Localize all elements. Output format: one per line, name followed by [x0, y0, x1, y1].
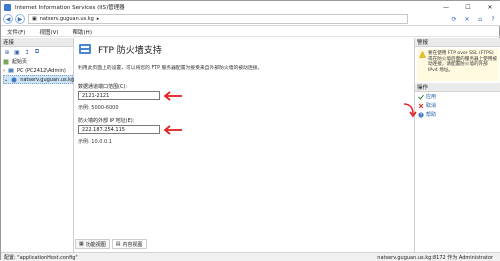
status-config: 配置: "applicationHost.config"	[4, 254, 78, 261]
window-title: Internet Information Services (IIS)管理器	[15, 5, 125, 11]
external-ip-label: 防火墙的外部 IP 地址(E):	[78, 118, 135, 124]
tree-item-label: PC (PC2412\Admin)	[17, 67, 66, 74]
menu-bar: 文件(F) 视图(V) 帮助(H)	[1, 27, 500, 37]
connections-toolbar: ⊕ ▣ ↥ ⧉	[1, 47, 73, 57]
server-icon: ▣	[32, 16, 37, 22]
menu-help[interactable]: 帮助(H)	[73, 28, 92, 36]
external-ip-input[interactable]: 222.187.254.115	[78, 125, 160, 134]
tab-content-view[interactable]: ▤ 内容视图	[111, 239, 147, 249]
tree-item-pc[interactable]: › PC (PC2412\Admin)	[3, 66, 73, 75]
help-icon: ?	[418, 111, 424, 118]
computer-icon	[8, 68, 14, 72]
status-connection: natserv.guguan.us.kg:8172 作为 Administrat…	[377, 254, 493, 261]
expand-chevron-icon[interactable]: ›	[3, 68, 5, 74]
maximize-button[interactable]: ☐	[457, 1, 479, 13]
action-label: 帮助	[426, 112, 437, 118]
save-icon[interactable]: ▣	[13, 48, 21, 56]
annotation-arrow-3	[403, 103, 417, 118]
tree-item-label: 起始页	[12, 59, 28, 65]
tree-item-label: natserv.guguan.us.kg	[20, 76, 75, 83]
address-bar: ◀ ▶ ▣ natserv.guguan.us.kg ▸ ⟳ ✕ ⌂ ?	[1, 13, 500, 26]
actions-header: 操作	[415, 83, 500, 92]
forward-button[interactable]: ▶	[15, 14, 25, 24]
iis-app-icon	[4, 3, 11, 11]
stop-icon[interactable]: ✕	[463, 15, 471, 23]
tab-label: 内容视图	[122, 241, 143, 248]
content-view-icon: ▤	[115, 241, 121, 247]
tab-features-view[interactable]: ▦ 功能视图	[75, 239, 110, 249]
tree-item-natserv[interactable]: ⌄ natserv.guguan.us.kg	[3, 75, 75, 84]
svg-text:?: ?	[420, 112, 422, 117]
connections-panel: 连接 ⊕ ▣ ↥ ⧉ 起始页 › PC (PC2412\Admin) ⌄ nat…	[1, 38, 74, 252]
help-action[interactable]: ? 帮助	[415, 110, 500, 119]
address-breadcrumb[interactable]: ▣ natserv.guguan.us.kg ▸	[28, 14, 408, 24]
up-icon[interactable]: ↥	[23, 48, 31, 56]
view-tabs: ▦ 功能视图 ▤ 内容视图	[75, 239, 147, 249]
back-button[interactable]: ◀	[3, 14, 13, 24]
refresh-icon[interactable]: ⟳	[450, 15, 458, 23]
annotation-arrow-2	[163, 125, 182, 135]
connections-tree: 起始页 › PC (PC2412\Admin) ⌄ natserv.guguan…	[1, 57, 75, 84]
cancel-icon	[418, 103, 424, 108]
title-bar: Internet Information Services (IIS)管理器 —…	[1, 1, 500, 13]
external-ip-hint: 示例: 10.0.0.1	[78, 139, 112, 145]
action-label: 取消	[426, 103, 437, 109]
port-range-hint: 示例: 5000-6000	[78, 105, 119, 111]
ftp-site-icon	[11, 77, 17, 82]
breadcrumb-chevron-icon[interactable]: ▸	[97, 16, 100, 22]
feature-header: FTP 防火墙支持	[78, 42, 162, 56]
port-range-input[interactable]: 2121-2121	[78, 91, 160, 100]
home-icon[interactable]: ⌂	[476, 15, 484, 23]
start-page-icon	[3, 59, 9, 64]
port-range-label: 数据通道端口范围(C):	[78, 84, 128, 90]
warning-icon	[419, 51, 426, 58]
connections-header: 连接	[1, 38, 73, 47]
alerts-header: 警报	[415, 38, 500, 47]
actions-panel: 警报 要在使用 FTP over SSL (FTPS)或在防火墙后面的服务器上使…	[403, 38, 500, 252]
tab-label: 功能视图	[85, 241, 106, 248]
apply-action[interactable]: 应用	[415, 92, 500, 101]
alert-text: 要在使用 FTP over SSL (FTPS)或在防火墙后面的服务器上使用被动…	[428, 51, 497, 73]
action-label: 应用	[426, 94, 437, 100]
page-title: FTP 防火墙支持	[98, 45, 162, 56]
page-description: 利用此页面上的设置，可以将您的 FTP 服务器配置为接受来自外部防火墙的被动连接…	[78, 66, 263, 71]
cancel-action[interactable]: 取消	[415, 101, 500, 110]
minimize-button[interactable]: —	[435, 1, 457, 13]
app-window: Internet Information Services (IIS)管理器 —…	[0, 0, 500, 261]
tree-item-start-page[interactable]: 起始页	[3, 57, 73, 66]
alert-box: 要在使用 FTP over SSL (FTPS)或在防火墙后面的服务器上使用被动…	[417, 49, 499, 81]
close-button[interactable]: ✕	[479, 1, 500, 13]
connect-icon[interactable]: ⊕	[3, 48, 11, 56]
feature-view: FTP 防火墙支持 利用此页面上的设置，可以将您的 FTP 服务器配置为接受来自…	[75, 38, 413, 252]
annotation-arrow-1	[163, 91, 182, 101]
check-icon	[418, 94, 424, 100]
menu-view[interactable]: 视图(V)	[39, 28, 58, 36]
features-view-icon: ▦	[79, 241, 84, 247]
collapse-chevron-icon[interactable]: ⌄	[4, 77, 8, 83]
ftp-firewall-icon	[79, 44, 91, 54]
help-icon[interactable]: ?	[489, 15, 497, 23]
breadcrumb-server[interactable]: natserv.guguan.us.kg	[40, 16, 94, 22]
menu-file[interactable]: 文件(F)	[7, 28, 25, 36]
connections-icon[interactable]: ⧉	[33, 48, 41, 56]
